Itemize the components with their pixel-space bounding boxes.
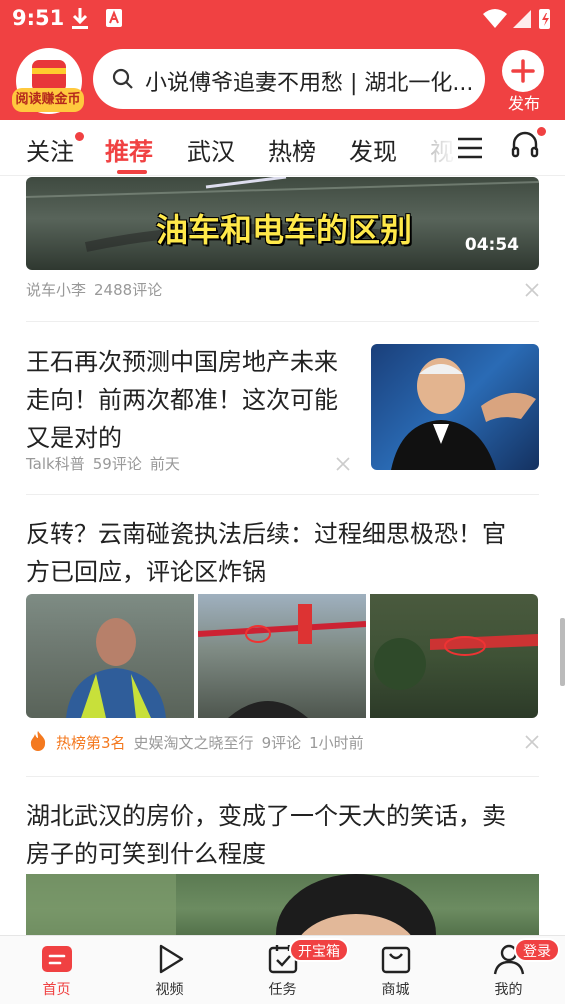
article-image-1[interactable]: [26, 594, 194, 718]
article-meta: Talk科普 59评论 前天: [26, 453, 188, 474]
headphones-dot: [537, 127, 546, 136]
hot-rank-label[interactable]: 热榜第3名: [56, 734, 126, 752]
shop-bag-icon: [381, 946, 411, 974]
article-title-line: 走向！前两次都准！这次可能: [26, 386, 338, 414]
news-feed[interactable]: 油车和电车的区别 04:54 说车小李 2488评论 王石再次预测中国房地产未来 …: [0, 177, 565, 935]
article-image-3[interactable]: [370, 594, 538, 718]
article-time: 1小时前: [309, 734, 364, 752]
plus-icon: [511, 59, 535, 83]
article-title-line: 湖北武汉的房价，变成了一个天大的笑话，卖: [26, 802, 506, 830]
video-meta: 说车小李 2488评论: [26, 279, 170, 300]
scrollbar-thumb[interactable]: [560, 618, 565, 686]
nav-shop-label: 商城: [381, 982, 410, 998]
road-scene-image: [198, 604, 366, 718]
article-comments: 9评论: [261, 734, 302, 752]
divider: [26, 321, 539, 322]
read-earn-coins-label[interactable]: 阅读赚金币: [12, 88, 84, 112]
tab-fade-overlay: [418, 120, 458, 175]
divider: [26, 494, 539, 495]
article-title-line: 反转？云南碰瓷执法后续：过程细思极恐！官: [26, 520, 506, 548]
article-title-line: 房子的可笑到什么程度: [26, 840, 266, 868]
status-bar: 9:51: [0, 0, 565, 38]
gas-station-image: [374, 634, 538, 690]
search-hint-text: 小说傅爷追妻不用愁 | 湖北一化...: [145, 71, 474, 96]
channel-tabs: 关注 推荐 武汉 热榜 发现 视: [0, 120, 565, 176]
article-title-line: 王石再次预测中国房地产未来: [26, 348, 338, 376]
tab-follow-dot: [75, 132, 84, 141]
active-tab-indicator: [117, 170, 147, 174]
article-title[interactable]: 王石再次预测中国房地产未来 走向！前两次都准！这次可能 又是对的: [26, 343, 361, 457]
tab-discover[interactable]: 发现: [349, 132, 397, 167]
portrait-image: [391, 358, 536, 470]
video-author[interactable]: 说车小李: [26, 281, 86, 299]
video-play-icon: [159, 944, 184, 974]
article-title-line: 方已回应，评论区炸锅: [26, 558, 266, 586]
nav-task-label: 任务: [268, 982, 297, 998]
nav-video-label: 视频: [155, 982, 184, 998]
person-photo: [26, 874, 436, 935]
status-time: 9:51: [12, 6, 65, 30]
video-duration: 04:54: [464, 235, 519, 255]
article-title[interactable]: 反转？云南碰瓷执法后续：过程细思极恐！官 方已回应，评论区炸锅: [26, 515, 539, 591]
search-bar[interactable]: 小说傅爷追妻不用愁 | 湖北一化...: [93, 49, 485, 109]
bottom-navigation: 首页 视频 任务 商城 我的 开宝箱 登录: [0, 935, 565, 1004]
publish-button[interactable]: [502, 50, 544, 92]
publish-label[interactable]: 发布: [500, 90, 548, 114]
nav-profile-label: 我的: [494, 982, 523, 998]
divider: [26, 776, 539, 777]
article-title[interactable]: 湖北武汉的房价，变成了一个天大的笑话，卖 房子的可笑到什么程度: [26, 797, 539, 873]
fire-icon: [30, 731, 46, 751]
tab-follow[interactable]: 关注: [26, 132, 74, 167]
tab-hot-list[interactable]: 热榜: [268, 132, 316, 167]
signal-wifi-battery-icon: [483, 9, 550, 29]
article-source[interactable]: 史娱淘文之晓至行: [134, 734, 254, 752]
article-image-2[interactable]: [198, 594, 366, 718]
search-icon: [112, 68, 133, 89]
channel-menu-icon[interactable]: [456, 136, 484, 160]
video-overlay-title: 油车和电车的区别: [156, 211, 413, 249]
video-comments: 2488评论: [94, 281, 163, 299]
app-notification-icon: [106, 9, 122, 27]
video-thumbnail[interactable]: 油车和电车的区别 04:54: [26, 177, 539, 270]
article-large-image[interactable]: [26, 874, 539, 935]
nav-home-label: 首页: [42, 982, 71, 998]
article-time: 前天: [149, 455, 180, 473]
officer-image: [66, 618, 166, 718]
article-title-line: 又是对的: [26, 424, 122, 452]
nav-video[interactable]: 视频: [113, 936, 226, 1004]
dismiss-icon[interactable]: [524, 734, 540, 750]
dismiss-icon[interactable]: [524, 282, 540, 298]
dismiss-icon[interactable]: [335, 456, 351, 472]
article-meta: 热榜第3名 史娱淘文之晓至行 9评论 1小时前: [56, 732, 372, 753]
nav-home[interactable]: 首页: [0, 936, 113, 1004]
login-badge[interactable]: 登录: [514, 938, 560, 962]
treasure-box-badge[interactable]: 开宝箱: [289, 938, 349, 962]
nav-shop[interactable]: 商城: [339, 936, 452, 1004]
tab-wuhan[interactable]: 武汉: [187, 132, 235, 167]
article-comments: 59评论: [92, 455, 142, 473]
tab-recommend[interactable]: 推荐: [105, 132, 153, 167]
article-thumbnail[interactable]: [371, 344, 539, 470]
home-icon: [42, 946, 72, 972]
download-icon: [72, 8, 88, 29]
headphones-icon[interactable]: [510, 130, 540, 160]
top-header: 9:51 阅读赚金币 小说傅爷追妻不用愁 | 湖北一化... 发布: [0, 0, 565, 120]
article-source[interactable]: Talk科普: [26, 455, 85, 473]
